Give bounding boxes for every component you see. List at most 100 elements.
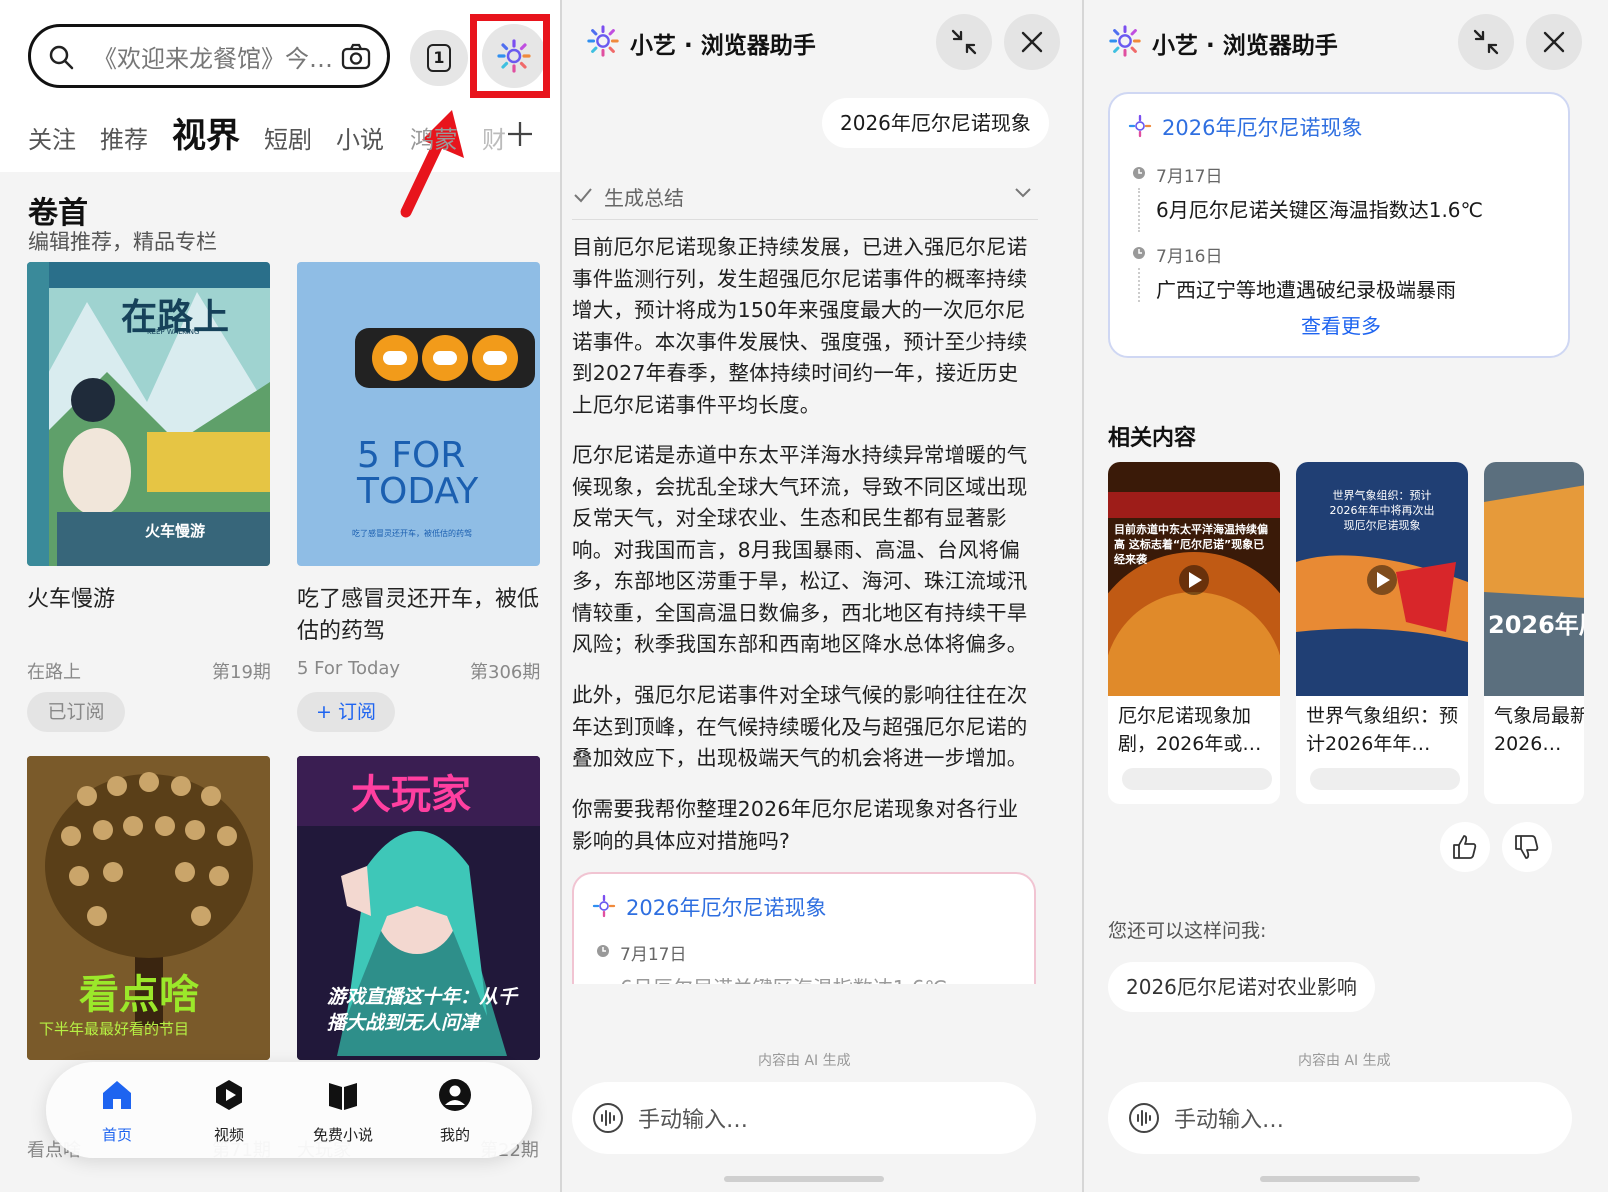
ai-disclaimer: 内容由 AI 生成 (758, 1053, 851, 1069)
xiaoyi-logo-icon (592, 894, 616, 918)
suggested-question[interactable]: 2026厄尔尼诺对农业影响 (1108, 962, 1375, 1012)
summary-toggle[interactable]: 生成总结 (572, 178, 1038, 220)
assistant-title: 小艺 · 浏览器助手 (1152, 33, 1338, 59)
timeline-text[interactable]: 广西辽宁等地遭遇破纪录极端暴雨 (1156, 274, 1456, 303)
nav-label: 首页 (101, 1126, 132, 1144)
clock-icon (597, 945, 609, 957)
magazine-title[interactable]: 吃了感冒灵还开车，被低估的药驾 (297, 584, 542, 648)
source-placeholder (1310, 768, 1460, 790)
assistant-title: 小艺 · 浏览器助手 (630, 33, 816, 59)
related-video-card[interactable]: 2026年厄尔尼诺 气象局最新：2026… (1484, 462, 1584, 804)
magazine-name: 5 For Today (297, 658, 401, 679)
related-title: 相关内容 (1108, 426, 1197, 451)
magazine-cover[interactable]: 看点啥 下半年最最好看的节目 (27, 756, 270, 1060)
close-icon (1021, 31, 1043, 53)
related-video-card[interactable]: 世界气象组织：预计2026年年中将再次出现厄尔尼诺现象 世界气象组织：预计202… (1296, 462, 1468, 804)
cover-caption: 下半年最最好看的节目 (39, 1020, 190, 1038)
magazine-cover[interactable]: 5 FOR TODAY 吃了感冒灵还开车，被低估的药驾 (297, 262, 540, 566)
minimize-button[interactable] (936, 14, 992, 70)
view-more-link[interactable]: 查看更多 (1110, 310, 1572, 339)
user-query-bubble: 2026年厄尔尼诺现象 (822, 98, 1049, 148)
cover-title: 5 FOR TODAY (357, 435, 479, 512)
search-placeholder: 《欢迎来龙餐馆》今… (93, 45, 333, 73)
home-icon (103, 1081, 131, 1109)
cover-caption: 火车慢游 (145, 522, 206, 540)
related-video-title: 厄尔尼诺现象加剧，2026年或… (1118, 705, 1262, 755)
source-placeholder (1122, 768, 1272, 790)
magazine-cover[interactable]: 在路上 KEEP WALKING 火车慢游 (27, 262, 270, 566)
search-bar[interactable]: 《欢迎来龙餐馆》今… (28, 24, 390, 88)
channel-tab[interactable]: 短剧 (264, 120, 312, 155)
answer-paragraph: 你需要我帮你整理2026年厄尔尼诺现象对各行业影响的具体应对措施吗? (572, 797, 1019, 853)
xiaoyi-logo-icon (1109, 25, 1141, 57)
collapse-icon (1473, 29, 1499, 55)
minimize-button[interactable] (1458, 14, 1514, 70)
magazine-title[interactable]: 火车慢游 (27, 584, 267, 616)
tab-count: 1 (427, 44, 451, 72)
timeline-line (1138, 188, 1140, 232)
summary-label: 生成总结 (604, 186, 684, 210)
channel-tab[interactable]: 财 (482, 120, 506, 155)
timeline-text[interactable]: 6月厄尔尼诺关键区海温指数达1.6℃ (1156, 194, 1483, 223)
magazine-cover[interactable]: 大玩家 游戏直播这十年：从千播大战到无人问津 (297, 756, 540, 1060)
camera-icon[interactable] (341, 43, 371, 71)
related-video-title: 世界气象组织：预计2026年年… (1306, 705, 1459, 755)
cover-caption: 游戏直播这十年：从千播大战到无人问津 (327, 986, 518, 1034)
channel-tab[interactable]: 小说 (336, 120, 384, 155)
nav-label: 我的 (439, 1126, 470, 1144)
answer-paragraph: 目前厄尔尼诺现象正持续发展，已进入强厄尔尼诺事件监测行列，发生超强厄尔尼诺事件的… (572, 235, 1028, 417)
add-channel-icon[interactable] (506, 120, 534, 148)
bottom-navigation: 首页 视频 免费小说 我的 (46, 1062, 532, 1158)
message-input[interactable]: 手动输入… (1108, 1082, 1572, 1154)
section-subtitle: 编辑推荐，精品专栏 (28, 230, 217, 254)
message-input[interactable]: 手动输入… (572, 1082, 1036, 1154)
tab-switcher-button[interactable]: 1 (410, 30, 468, 86)
news-card-title: 2026年厄尔尼诺现象 (626, 896, 827, 920)
thumbnail-caption: 2026年厄尔尼诺 (1488, 611, 1584, 639)
subscribed-button[interactable]: 已订阅 (27, 692, 125, 732)
cover-title: 看点啥 (79, 972, 199, 1018)
voice-input-icon[interactable] (1128, 1102, 1160, 1134)
channel-tab-active[interactable]: 视界 (172, 108, 240, 157)
subscribe-button[interactable]: + 订阅 (297, 692, 395, 732)
dislike-button[interactable] (1502, 822, 1552, 872)
input-placeholder: 手动输入… (638, 1108, 749, 1133)
suggest-label: 您还可以这样问我: (1108, 920, 1267, 942)
related-video-title: 气象局最新：2026… (1494, 705, 1584, 755)
search-icon (49, 45, 74, 70)
related-video-card[interactable]: 目前赤道中东太平洋海温持续偏高 这标志着“厄尔尼诺”现象已经来袭 厄尔尼诺现象加… (1108, 462, 1280, 804)
check-icon (574, 188, 592, 203)
traffic-light-icon (355, 328, 535, 388)
nav-label: 免费小说 (312, 1126, 373, 1144)
channel-tab[interactable]: 关注 (28, 120, 76, 155)
browser-home-panel: 《欢迎来龙餐馆》今… 1 关注 推荐 视界 短剧 小说 鸿蒙 财 卷首 编辑推荐… (0, 0, 560, 1192)
cover-caption: 吃了感冒灵还开车，被低估的药驾 (352, 529, 472, 538)
assistant-related-panel: 小艺 · 浏览器助手 2026年厄尔尼诺现象 7月17日 6月厄尔尼诺关键区海温… (1084, 0, 1608, 1192)
home-indicator (1260, 1176, 1420, 1182)
xiaoyi-logo-icon (1128, 114, 1152, 138)
magazine-issue: 第19期 (212, 662, 271, 683)
channel-tab[interactable]: 鸿蒙 (410, 120, 458, 155)
close-button[interactable] (1526, 14, 1582, 70)
cover-subtitle: KEEP WALKING (147, 328, 200, 336)
timeline-date: 7月17日 (1156, 167, 1223, 187)
book-icon (329, 1083, 357, 1110)
home-indicator (724, 1176, 884, 1182)
assistant-answer-panel: 小艺 · 浏览器助手 2026年厄尔尼诺现象 生成总结 目前厄尔尼诺现象正持续发… (562, 0, 1082, 1192)
close-button[interactable] (1004, 14, 1060, 70)
voice-input-icon[interactable] (592, 1102, 624, 1134)
thumbnail-caption: 目前赤道中东太平洋海温持续偏高 这标志着“厄尔尼诺”现象已经来袭 (1114, 523, 1268, 566)
channel-tab[interactable]: 推荐 (100, 120, 148, 155)
cover-title: 大玩家 (351, 772, 471, 818)
ai-disclaimer: 内容由 AI 生成 (1298, 1053, 1391, 1069)
thumbnail-caption: 世界气象组织：预计2026年年中将再次出现厄尔尼诺现象 (1329, 489, 1435, 532)
like-button[interactable] (1440, 822, 1490, 872)
news-card[interactable]: 2026年厄尔尼诺现象 7月17日 6月厄尔尼诺关键区海温指数达1.6℃ 7月1… (1108, 92, 1570, 358)
user-icon (439, 1079, 471, 1111)
video-thumbnail (1108, 462, 1280, 696)
timeline-line (1138, 268, 1140, 302)
clock-icon (1133, 167, 1145, 179)
highlight-box (470, 14, 550, 98)
input-placeholder: 手动输入… (1174, 1108, 1285, 1133)
timeline-date: 7月16日 (1156, 247, 1223, 267)
